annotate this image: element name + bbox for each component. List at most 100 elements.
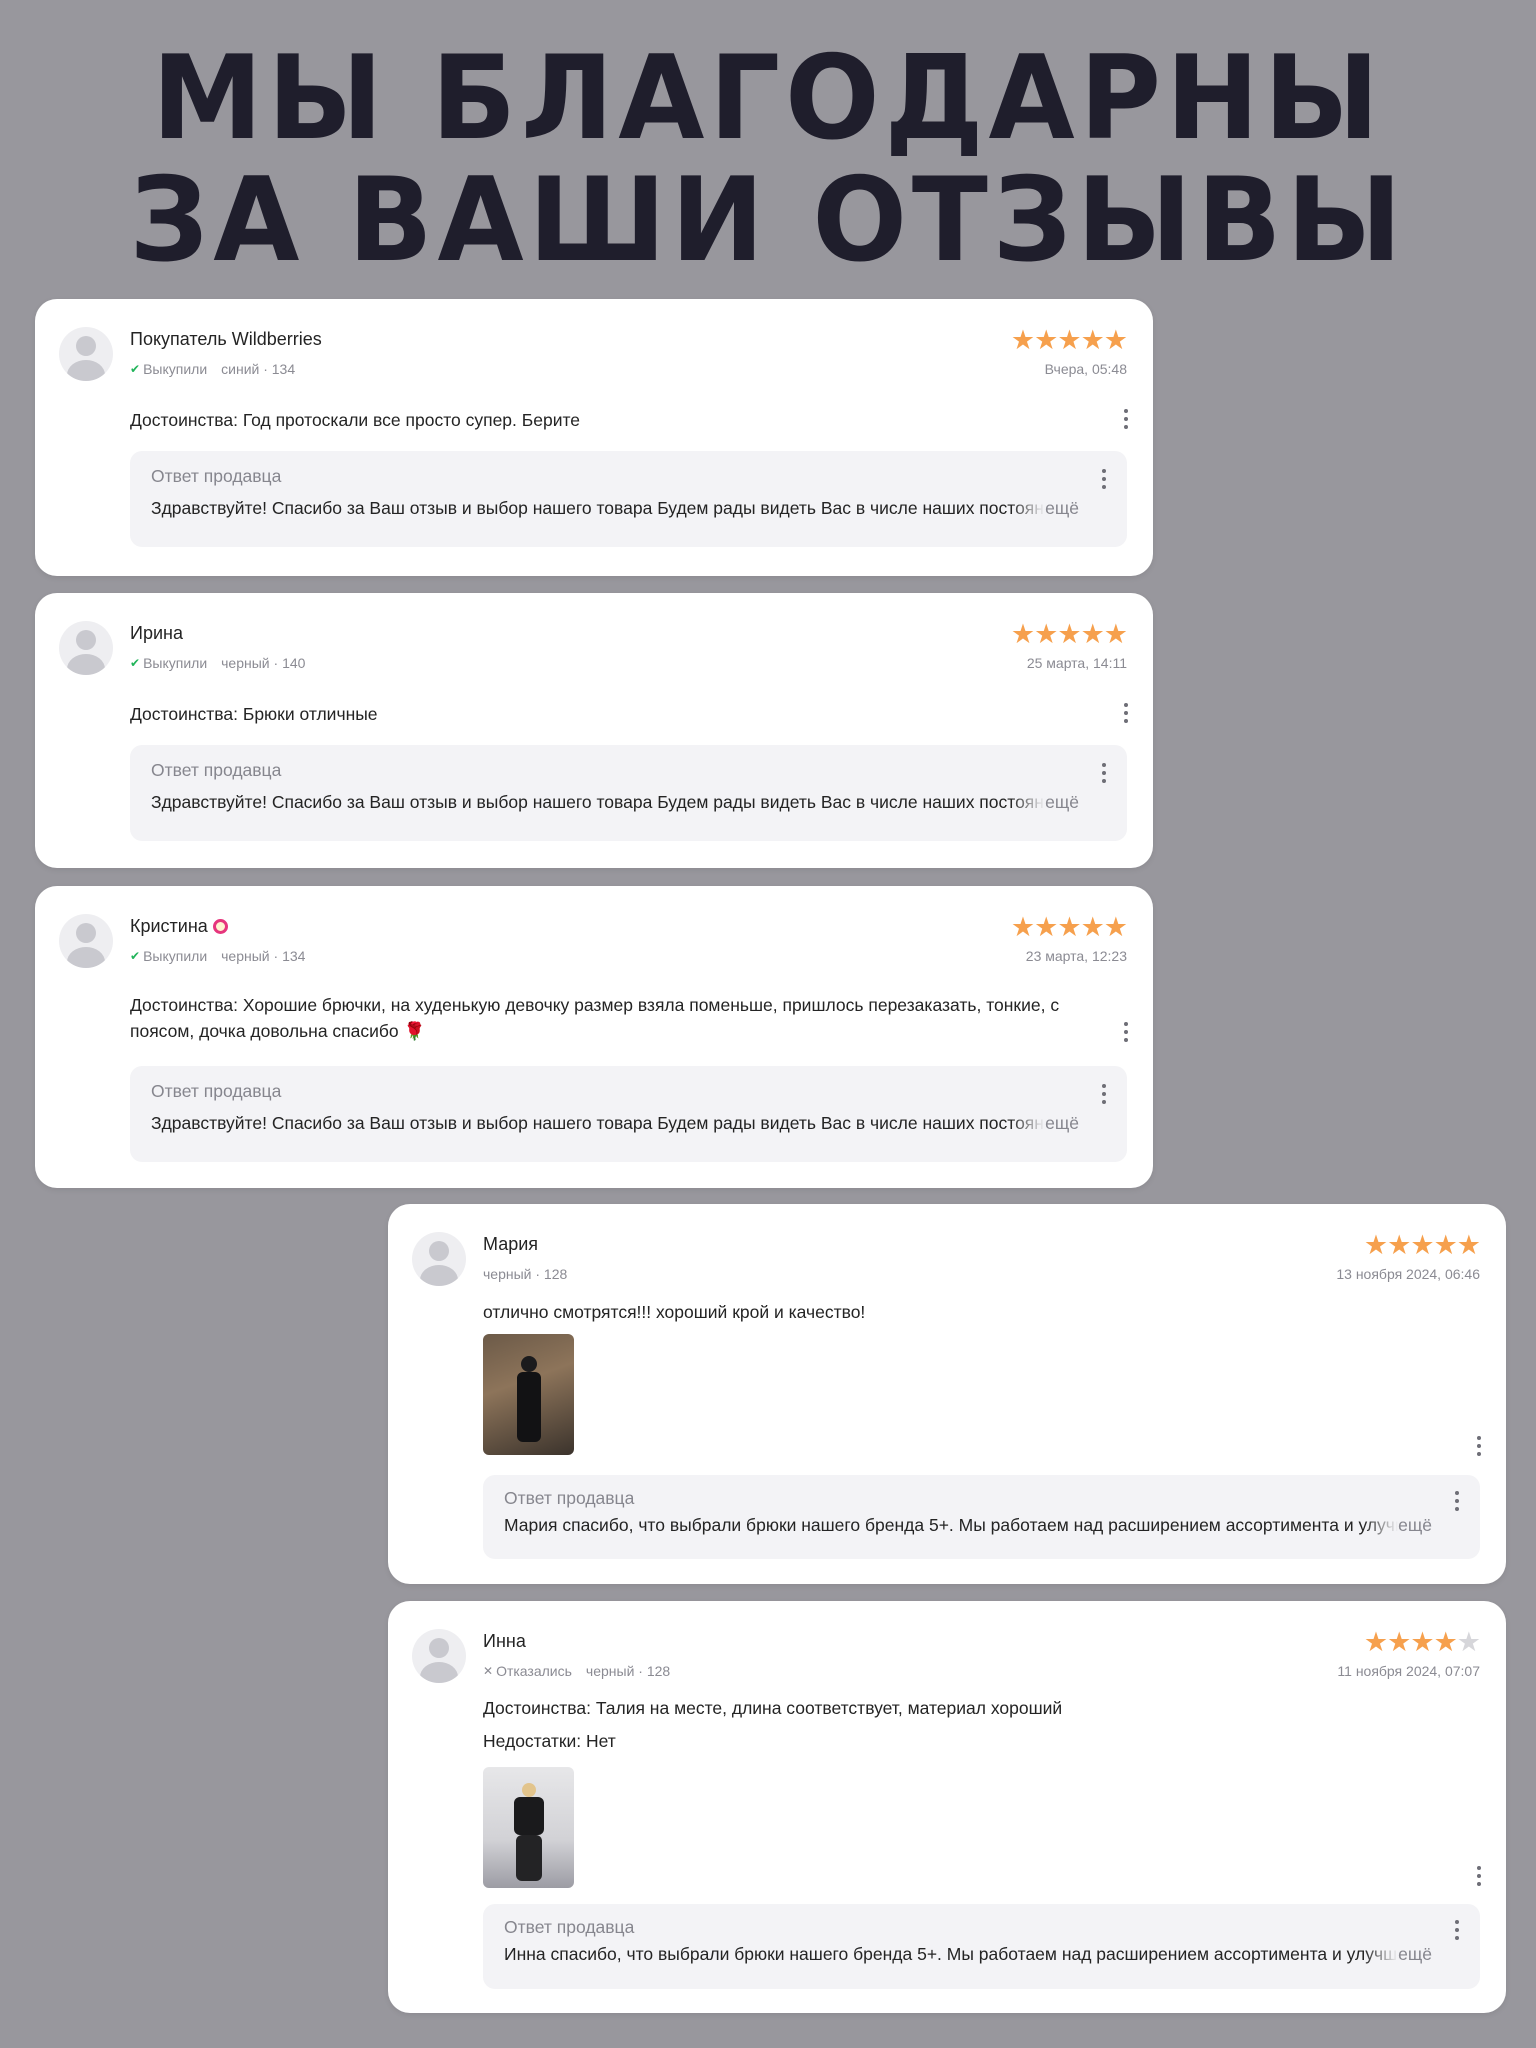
seller-reply-title: Ответ продавца xyxy=(504,1917,635,1937)
review-card-3: Кристина ✔ Выкупили черный · 134 ★★★★★ 2… xyxy=(35,886,1153,1188)
review-meta: ✕ Отказались черный · 128 xyxy=(483,1663,670,1679)
star-filled-icon: ★ xyxy=(1410,1230,1434,1260)
purchase-status: Выкупили xyxy=(143,948,208,964)
more-link[interactable]: ещё xyxy=(1364,1515,1432,1536)
star-filled-icon: ★ xyxy=(1057,325,1081,355)
review-text: отлично смотрятся!!! хороший крой и каче… xyxy=(483,1302,866,1322)
seller-reply: Ответ продавца Инна спасибо, что выбрали… xyxy=(483,1904,1480,1989)
review-date: 13 ноября 2024, 06:46 xyxy=(1336,1266,1480,1282)
color-size: синий · 134 xyxy=(221,361,296,377)
star-filled-icon: ★ xyxy=(1034,325,1058,355)
color-size: черный · 128 xyxy=(585,1663,671,1679)
star-filled-icon: ★ xyxy=(1034,619,1058,649)
check-icon: ✔ xyxy=(130,362,141,376)
review-photo[interactable] xyxy=(483,1334,574,1455)
review-meta: ✔ Выкупили синий · 134 xyxy=(130,361,295,377)
review-photo[interactable] xyxy=(483,1767,574,1888)
review-card-1: Покупатель Wildberries ✔ Выкупили синий … xyxy=(35,299,1153,576)
rating-stars: ★★★★★ xyxy=(1363,1627,1481,1657)
seller-reply-text: Здравствуйте! Спасибо за Ваш отзыв и выб… xyxy=(151,792,1079,813)
avatar xyxy=(412,1629,466,1683)
star-filled-icon: ★ xyxy=(1010,619,1035,649)
flower-badge-icon xyxy=(212,919,228,934)
more-options-icon[interactable] xyxy=(1476,1436,1482,1456)
star-filled-icon: ★ xyxy=(1433,1230,1458,1260)
reply-more-options-icon[interactable] xyxy=(1101,1084,1107,1104)
review-date: Вчера, 05:48 xyxy=(1044,361,1127,377)
review-card-2: Ирина ✔ Выкупили черный · 140 ★★★★★ 25 м… xyxy=(35,593,1153,868)
more-options-icon[interactable] xyxy=(1476,1866,1482,1886)
avatar xyxy=(412,1232,466,1286)
reply-more-options-icon[interactable] xyxy=(1454,1491,1460,1511)
star-filled-icon: ★ xyxy=(1363,1627,1388,1657)
reviewer-name[interactable]: Ирина xyxy=(130,623,183,644)
more-options-icon[interactable] xyxy=(1123,1022,1129,1042)
star-filled-icon: ★ xyxy=(1456,1230,1481,1260)
color-size: черный · 128 xyxy=(483,1266,568,1282)
review-text: Достоинства: Брюки отличные xyxy=(130,704,378,724)
review-text: Достоинства: Талия на месте, длина соотв… xyxy=(483,1698,1063,1718)
star-empty-icon: ★ xyxy=(1456,1627,1481,1657)
more-options-icon[interactable] xyxy=(1123,703,1129,723)
more-link[interactable]: ещё xyxy=(1011,498,1079,519)
seller-reply-title: Ответ продавца xyxy=(151,1081,282,1101)
review-meta: черный · 128 xyxy=(483,1266,567,1282)
check-icon: ✔ xyxy=(130,949,141,963)
star-filled-icon: ★ xyxy=(1034,912,1058,942)
review-meta: ✔ Выкупили черный · 134 xyxy=(130,948,305,964)
cross-icon: ✕ xyxy=(483,1664,494,1678)
rating-stars: ★★★★★ xyxy=(1363,1230,1481,1260)
reviewer-name[interactable]: Кристина xyxy=(130,916,228,937)
seller-reply: Ответ продавца Здравствуйте! Спасибо за … xyxy=(130,745,1127,841)
avatar xyxy=(59,327,113,381)
star-filled-icon: ★ xyxy=(1410,1627,1434,1657)
rating-stars: ★★★★★ xyxy=(1010,619,1128,649)
more-link[interactable]: ещё xyxy=(1364,1944,1432,1965)
reviewer-name[interactable]: Мария xyxy=(483,1234,538,1255)
more-link[interactable]: ещё xyxy=(1011,1113,1079,1134)
star-filled-icon: ★ xyxy=(1387,1230,1411,1260)
star-filled-icon: ★ xyxy=(1057,912,1081,942)
star-filled-icon: ★ xyxy=(1080,325,1105,355)
star-filled-icon: ★ xyxy=(1010,325,1035,355)
avatar xyxy=(59,914,113,968)
more-options-icon[interactable] xyxy=(1123,409,1129,429)
star-filled-icon: ★ xyxy=(1103,325,1128,355)
seller-reply-text: Инна спасибо, что выбрали брюки нашего б… xyxy=(504,1944,1432,1965)
reply-more-options-icon[interactable] xyxy=(1101,763,1107,783)
headline-line-1: МЫ БЛАГОДАРНЫ xyxy=(151,31,1385,166)
review-date: 23 марта, 12:23 xyxy=(1025,948,1127,964)
review-text-line-1: Достоинства: Хорошие брючки, на худеньку… xyxy=(130,995,1060,1015)
review-meta: ✔ Выкупили черный · 140 xyxy=(130,655,305,671)
star-filled-icon: ★ xyxy=(1080,912,1105,942)
purchase-status: Выкупили xyxy=(143,361,208,377)
reviewer-name[interactable]: Покупатель Wildberries xyxy=(130,329,322,350)
seller-reply-title: Ответ продавца xyxy=(504,1488,635,1508)
star-filled-icon: ★ xyxy=(1363,1230,1388,1260)
color-size: черный · 134 xyxy=(221,948,306,964)
seller-reply-title: Ответ продавца xyxy=(151,760,282,780)
star-filled-icon: ★ xyxy=(1057,619,1081,649)
star-filled-icon: ★ xyxy=(1010,912,1035,942)
seller-reply-text: Здравствуйте! Спасибо за Ваш отзыв и выб… xyxy=(151,1113,1079,1134)
star-filled-icon: ★ xyxy=(1103,912,1128,942)
star-filled-icon: ★ xyxy=(1387,1627,1411,1657)
star-filled-icon: ★ xyxy=(1080,619,1105,649)
review-card-5: Инна ✕ Отказались черный · 128 ★★★★★ 11 … xyxy=(388,1601,1506,2013)
purchase-status: Выкупили xyxy=(143,655,208,671)
review-text: Достоинства: Хорошие брючки, на худеньку… xyxy=(130,992,1059,1044)
reply-more-options-icon[interactable] xyxy=(1454,1920,1460,1940)
seller-reply: Ответ продавца Здравствуйте! Спасибо за … xyxy=(130,1066,1127,1162)
reviewer-name[interactable]: Инна xyxy=(483,1631,526,1652)
check-icon: ✔ xyxy=(130,656,141,670)
color-size: черный · 140 xyxy=(221,655,306,671)
rating-stars: ★★★★★ xyxy=(1010,912,1128,942)
headline-line-2: ЗА ВАШИ ОТЗЫВЫ xyxy=(129,153,1407,288)
star-filled-icon: ★ xyxy=(1433,1627,1458,1657)
seller-reply: Ответ продавца Мария спасибо, что выбрал… xyxy=(483,1475,1480,1559)
star-filled-icon: ★ xyxy=(1103,619,1128,649)
more-link[interactable]: ещё xyxy=(1011,792,1079,813)
headline: МЫ БЛАГОДАРНЫ ЗА ВАШИ ОТЗЫВЫ xyxy=(0,38,1536,282)
reply-more-options-icon[interactable] xyxy=(1101,469,1107,489)
seller-reply-title: Ответ продавца xyxy=(151,466,282,486)
